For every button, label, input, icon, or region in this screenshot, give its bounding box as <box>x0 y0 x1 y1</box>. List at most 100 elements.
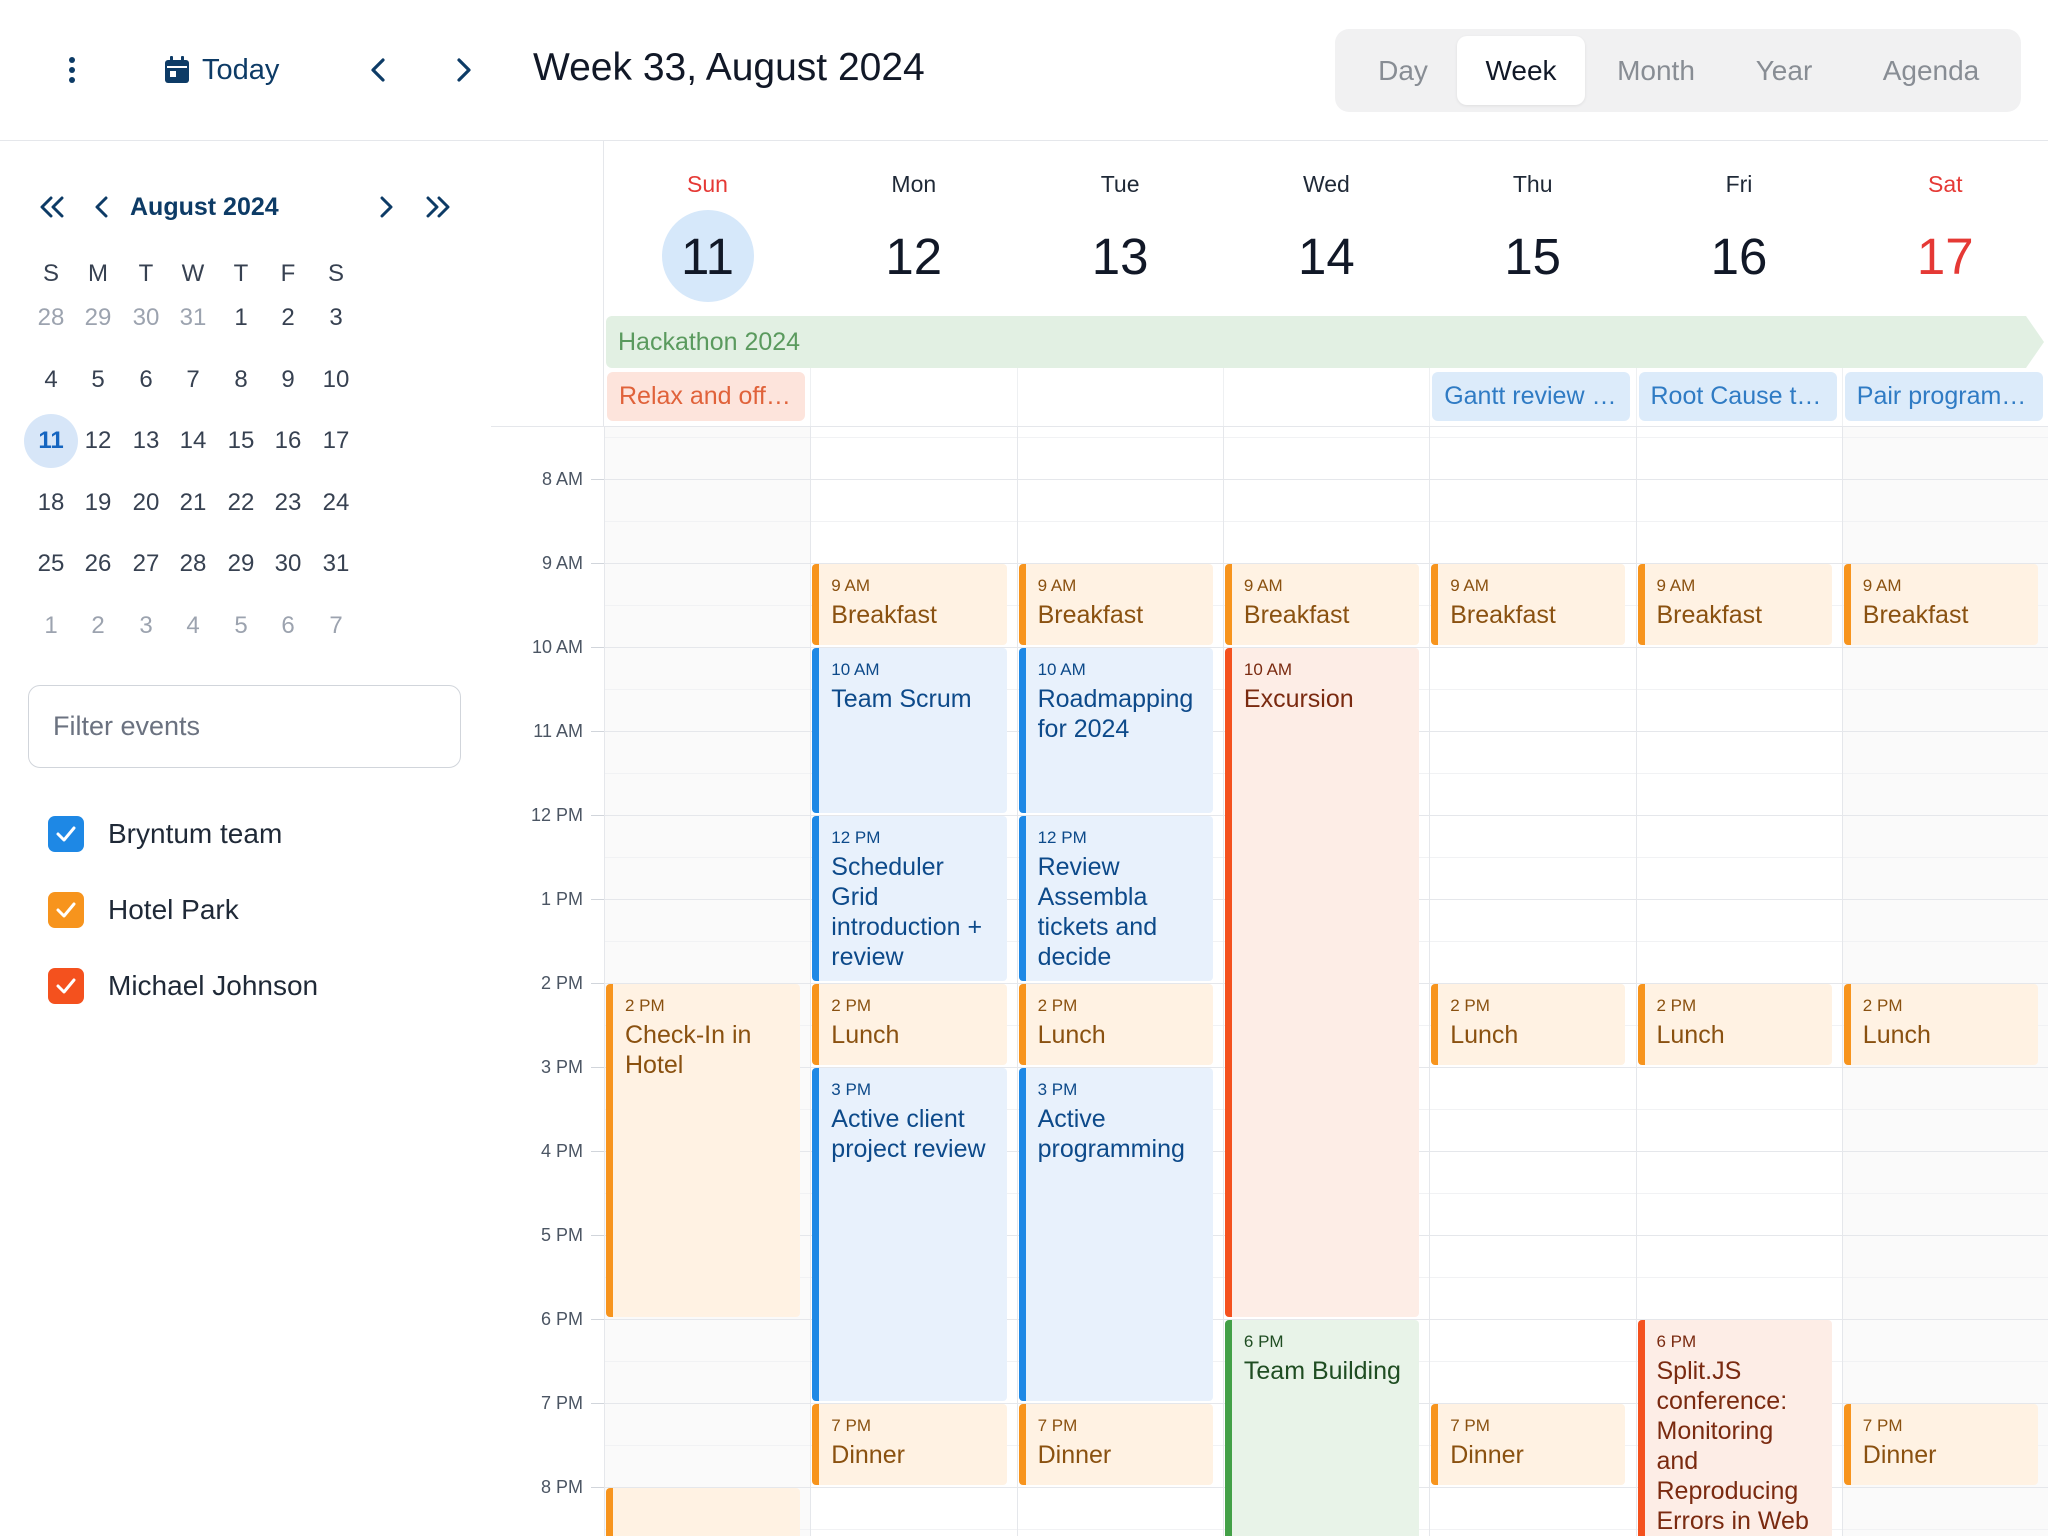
calendar-event[interactable]: 10 AM Roadmapping for 2024 <box>1018 648 1213 813</box>
all-day-event[interactable]: Root Cause t… <box>1638 372 1837 421</box>
day-header[interactable]: Mon 12 <box>810 171 1017 302</box>
view-agenda-button[interactable]: Agenda <box>1851 36 2011 105</box>
view-day-button[interactable]: Day <box>1343 36 1463 105</box>
mini-calendar-day[interactable]: 12 <box>71 414 125 468</box>
mini-calendar-day[interactable]: 7 <box>309 599 363 653</box>
mini-calendar-day[interactable]: 5 <box>71 353 125 407</box>
mini-calendar-day[interactable]: 8 <box>214 353 268 407</box>
calendar-event[interactable]: 9 AM Breakfast <box>1018 564 1213 645</box>
mini-calendar-day[interactable]: 11 <box>24 414 78 468</box>
mini-calendar-day[interactable]: 10 <box>309 353 363 407</box>
mini-calendar-day[interactable]: 14 <box>166 414 220 468</box>
mini-calendar-day[interactable]: 9 <box>261 353 315 407</box>
mini-calendar-day[interactable]: 29 <box>71 291 125 345</box>
calendar-event[interactable]: 9 AM Breakfast <box>1843 564 2039 645</box>
calendar-event[interactable]: 10 AM Excursion <box>1224 648 1420 1317</box>
day-header[interactable]: Thu 15 <box>1429 171 1636 302</box>
day-header[interactable]: Sun 11 <box>604 171 811 302</box>
mini-calendar-day[interactable]: 27 <box>119 537 173 591</box>
mini-calendar-day[interactable]: 25 <box>24 537 78 591</box>
mini-calendar-day[interactable]: 13 <box>119 414 173 468</box>
filter-events-input[interactable] <box>28 685 461 768</box>
calendar-event[interactable]: 2 PM Lunch <box>812 984 1007 1065</box>
mini-calendar-day[interactable]: 28 <box>24 291 78 345</box>
mini-calendar-day[interactable]: 1 <box>214 291 268 345</box>
calendar-event[interactable] <box>606 1488 801 1536</box>
day-number[interactable]: 15 <box>1487 210 1579 302</box>
calendar-event[interactable]: 9 AM Breakfast <box>812 564 1007 645</box>
mini-calendar-day[interactable]: 3 <box>309 291 363 345</box>
mini-calendar-day[interactable]: 16 <box>261 414 315 468</box>
mini-calendar-day[interactable]: 28 <box>166 537 220 591</box>
previous-week-button[interactable] <box>358 50 398 90</box>
calendar-event[interactable]: 6 PM Team Building <box>1224 1320 1420 1536</box>
mini-calendar-day[interactable]: 2 <box>71 599 125 653</box>
mini-calendar-day[interactable]: 19 <box>71 476 125 530</box>
day-header[interactable]: Sat 17 <box>1842 171 2048 302</box>
calendar-event[interactable]: 3 PM Active programming <box>1018 1068 1213 1401</box>
mini-calendar-day[interactable]: 29 <box>214 537 268 591</box>
mini-calendar-day[interactable]: 26 <box>71 537 125 591</box>
all-day-event[interactable]: Relax and off… <box>607 372 806 421</box>
calendar-event[interactable]: 6 PM Split.JS conference: Monitoring and … <box>1637 1320 1832 1536</box>
calendar-event[interactable]: 7 PM Dinner <box>1431 1404 1626 1485</box>
resource-filter-item[interactable]: Hotel Park <box>48 890 239 930</box>
next-week-button[interactable] <box>444 50 484 90</box>
previous-year-button[interactable] <box>34 189 70 225</box>
calendar-event[interactable]: 12 PM Review Assembla tickets and decide <box>1018 816 1213 981</box>
more-menu-button[interactable] <box>52 50 92 90</box>
calendar-event[interactable]: 10 AM Team Scrum <box>812 648 1007 813</box>
checkbox-checked-icon[interactable] <box>48 968 84 1004</box>
day-header[interactable]: Fri 16 <box>1636 171 1843 302</box>
mini-calendar-day[interactable]: 30 <box>261 537 315 591</box>
mini-calendar-day[interactable]: 6 <box>119 353 173 407</box>
mini-calendar-day[interactable]: 17 <box>309 414 363 468</box>
calendar-event[interactable]: 9 AM Breakfast <box>1431 564 1626 645</box>
mini-calendar-day[interactable]: 5 <box>214 599 268 653</box>
next-year-button[interactable] <box>420 189 456 225</box>
day-header[interactable]: Tue 13 <box>1017 171 1224 302</box>
calendar-event[interactable]: 2 PM Check-In in Hotel <box>606 984 801 1317</box>
day-number[interactable]: 11 <box>661 210 754 302</box>
calendar-event[interactable]: 3 PM Active client project review <box>812 1068 1007 1401</box>
mini-calendar-day[interactable]: 31 <box>166 291 220 345</box>
checkbox-checked-icon[interactable] <box>48 892 84 928</box>
previous-month-button[interactable] <box>84 189 120 225</box>
calendar-event[interactable]: 7 PM Dinner <box>1843 1404 2039 1485</box>
today-button[interactable]: Today <box>164 46 279 94</box>
view-month-button[interactable]: Month <box>1591 36 1721 105</box>
calendar-event[interactable]: 2 PM Lunch <box>1637 984 1832 1065</box>
mini-calendar-day[interactable]: 15 <box>214 414 268 468</box>
day-number[interactable]: 14 <box>1280 210 1372 302</box>
calendar-event[interactable]: 7 PM Dinner <box>812 1404 1007 1485</box>
view-week-button[interactable]: Week <box>1457 36 1585 105</box>
calendar-event[interactable]: 9 AM Breakfast <box>1224 564 1420 645</box>
day-number[interactable]: 17 <box>1899 210 1991 302</box>
mini-calendar-day[interactable]: 7 <box>166 353 220 407</box>
calendar-event[interactable]: 2 PM Lunch <box>1431 984 1626 1065</box>
mini-calendar-day[interactable]: 3 <box>119 599 173 653</box>
calendar-event[interactable]: 2 PM Lunch <box>1018 984 1213 1065</box>
mini-calendar-day[interactable]: 4 <box>24 353 78 407</box>
day-number[interactable]: 12 <box>868 210 960 302</box>
mini-calendar-day[interactable]: 31 <box>309 537 363 591</box>
day-number[interactable]: 16 <box>1693 210 1785 302</box>
mini-calendar-day[interactable]: 2 <box>261 291 315 345</box>
all-day-event-hackathon[interactable]: Hackathon 2024 <box>606 316 2026 368</box>
mini-calendar-day[interactable]: 1 <box>24 599 78 653</box>
calendar-event[interactable]: 2 PM Lunch <box>1843 984 2039 1065</box>
all-day-event[interactable]: Gantt review … <box>1432 372 1631 421</box>
calendar-event[interactable]: 9 AM Breakfast <box>1637 564 1832 645</box>
mini-calendar-day[interactable]: 4 <box>166 599 220 653</box>
mini-calendar-day[interactable]: 23 <box>261 476 315 530</box>
mini-calendar-day[interactable]: 18 <box>24 476 78 530</box>
resource-filter-item[interactable]: Bryntum team <box>48 814 282 854</box>
calendar-event[interactable]: 12 PM Scheduler Grid introduction + revie… <box>812 816 1007 981</box>
mini-calendar-day[interactable]: 24 <box>309 476 363 530</box>
resource-filter-item[interactable]: Michael Johnson <box>48 966 318 1006</box>
day-number[interactable]: 13 <box>1074 210 1166 302</box>
mini-calendar-day[interactable]: 30 <box>119 291 173 345</box>
next-month-button[interactable] <box>368 189 404 225</box>
mini-calendar-day[interactable]: 21 <box>166 476 220 530</box>
mini-calendar-day[interactable]: 6 <box>261 599 315 653</box>
